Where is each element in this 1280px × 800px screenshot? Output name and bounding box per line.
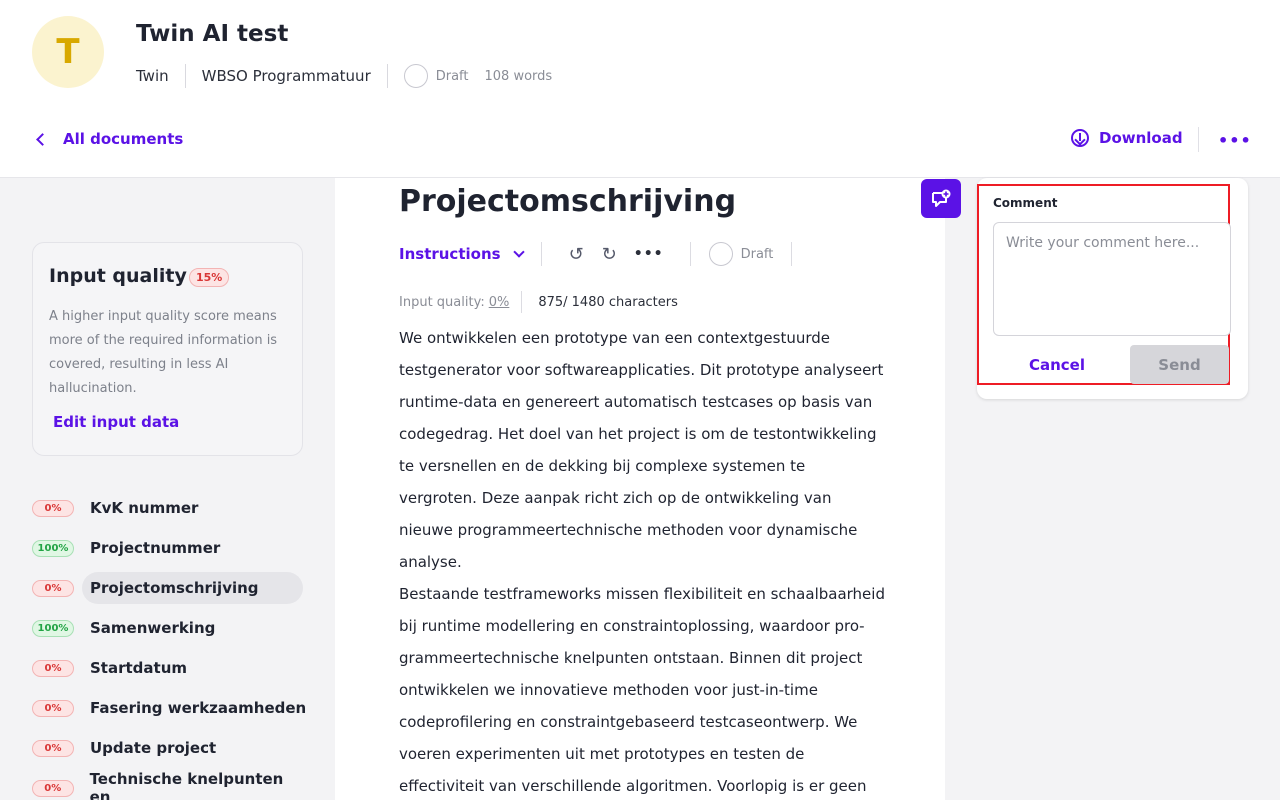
add-comment-icon — [932, 189, 951, 207]
cancel-button[interactable]: Cancel — [1008, 346, 1106, 383]
input-quality-score-badge: 15% — [189, 268, 230, 287]
sidebar-item[interactable]: 100% Projectnummer — [32, 528, 307, 568]
sidebar-item[interactable]: 100% Samenwerking — [32, 608, 307, 648]
section-score-badge: 0% — [32, 739, 74, 757]
paragraph: Bestaande testframeworks missen flexibil… — [399, 585, 885, 795]
sidebar-item[interactable]: 0% Projectomschrijving — [32, 568, 307, 608]
undo-icon[interactable]: ↺ — [569, 244, 584, 265]
download-button[interactable]: Download — [1071, 129, 1183, 147]
divider — [540, 242, 542, 266]
program-name: WBSO Programmatuur — [201, 67, 371, 85]
quality-value-link[interactable]: 0% — [489, 295, 510, 310]
company-name: Twin — [136, 67, 169, 85]
document-editor: Projectomschrijving Instructions ↺ ↻ •••… — [335, 178, 945, 800]
section-score-badge: 0% — [32, 579, 74, 597]
input-quality-title: Input quality — [49, 265, 187, 287]
section-status[interactable]: Draft — [708, 242, 774, 266]
sidebar-item-label: Projectnummer — [90, 539, 221, 557]
divider — [791, 242, 793, 266]
sidebar-item[interactable]: 0% Technische knelpunten en — [32, 768, 307, 800]
document-meta: Twin WBSO Programmatuur Draft 108 words — [136, 64, 552, 88]
quality-label: Input quality: — [399, 294, 485, 310]
comment-input[interactable] — [993, 222, 1231, 336]
section-status-label: Draft — [740, 246, 774, 262]
chevron-down-icon — [512, 246, 525, 258]
sidebar-item-label: Update project — [90, 739, 217, 757]
sidebar: Input quality 15% A higher input quality… — [0, 178, 335, 800]
chevron-left-icon — [36, 132, 49, 146]
divider — [386, 64, 388, 88]
toolbar-more-button[interactable]: ••• — [634, 246, 664, 262]
add-comment-button[interactable] — [921, 179, 961, 218]
sidebar-item-label: Startdatum — [90, 659, 188, 677]
character-count: 875/ 1480 characters — [538, 294, 678, 310]
section-score-badge: 0% — [32, 659, 74, 677]
sidebar-item-label: KvK nummer — [90, 499, 199, 517]
section-title: Projectomschrijving — [399, 184, 737, 219]
sidebar-item-label: Fasering werkzaamheden — [90, 699, 307, 717]
sidebar-item-label: Projectomschrijving — [82, 572, 303, 604]
section-quality-row: Input quality: 0% 875/ 1480 characters — [399, 291, 678, 313]
divider — [184, 64, 186, 88]
status-badge: Draft — [435, 68, 469, 84]
sidebar-item[interactable]: 0% Startdatum — [32, 648, 307, 688]
sidebar-item[interactable]: 0% Fasering werkzaamheden — [32, 688, 307, 728]
edit-input-data-link[interactable]: Edit input data — [53, 413, 179, 431]
back-link-label: All documents — [63, 130, 184, 148]
section-score-badge: 100% — [32, 539, 74, 557]
divider — [689, 242, 691, 266]
instructions-dropdown[interactable]: Instructions — [399, 245, 525, 263]
download-label: Download — [1099, 129, 1183, 147]
page-title: Twin AI test — [136, 21, 289, 47]
editor-toolbar: Instructions ↺ ↻ ••• Draft — [399, 242, 810, 266]
back-to-documents-link[interactable]: All documents — [34, 130, 183, 148]
send-button[interactable]: Send — [1130, 345, 1229, 384]
comment-label: Comment — [993, 196, 1058, 210]
divider — [521, 291, 523, 313]
sidebar-item-label: Samenwerking — [90, 619, 216, 637]
section-score-badge: 0% — [32, 499, 74, 517]
section-score-badge: 100% — [32, 619, 74, 637]
more-options-button[interactable]: ••• — [1218, 131, 1252, 150]
paragraph: We ontwikkelen een prototype van een con… — [399, 329, 884, 571]
sidebar-item[interactable]: 0% KvK nummer — [32, 488, 307, 528]
download-icon — [1071, 129, 1089, 147]
instructions-label: Instructions — [399, 245, 501, 263]
redo-icon[interactable]: ↻ — [602, 244, 617, 265]
status-circle-icon — [708, 242, 733, 266]
section-score-badge: 0% — [32, 779, 74, 797]
section-body-text[interactable]: We ontwikkelen een prototype van een con… — [399, 322, 885, 800]
sidebar-item[interactable]: 0% Update project — [32, 728, 307, 768]
avatar: T — [32, 16, 104, 88]
input-quality-description: A higher input quality score means more … — [49, 309, 278, 396]
word-count: 108 words — [484, 68, 553, 84]
section-nav: 0% KvK nummer 100% Projectnummer 0% Projectom… — [32, 488, 307, 800]
divider — [1198, 127, 1199, 152]
section-score-badge: 0% — [32, 699, 74, 717]
status-circle-icon — [403, 64, 428, 88]
input-quality-card: Input quality 15% A higher input quality… — [32, 242, 303, 456]
document-header: T Twin AI test Twin WBSO Programmatuur D… — [0, 0, 1280, 178]
sidebar-item-label: Technische knelpunten en — [89, 770, 284, 800]
